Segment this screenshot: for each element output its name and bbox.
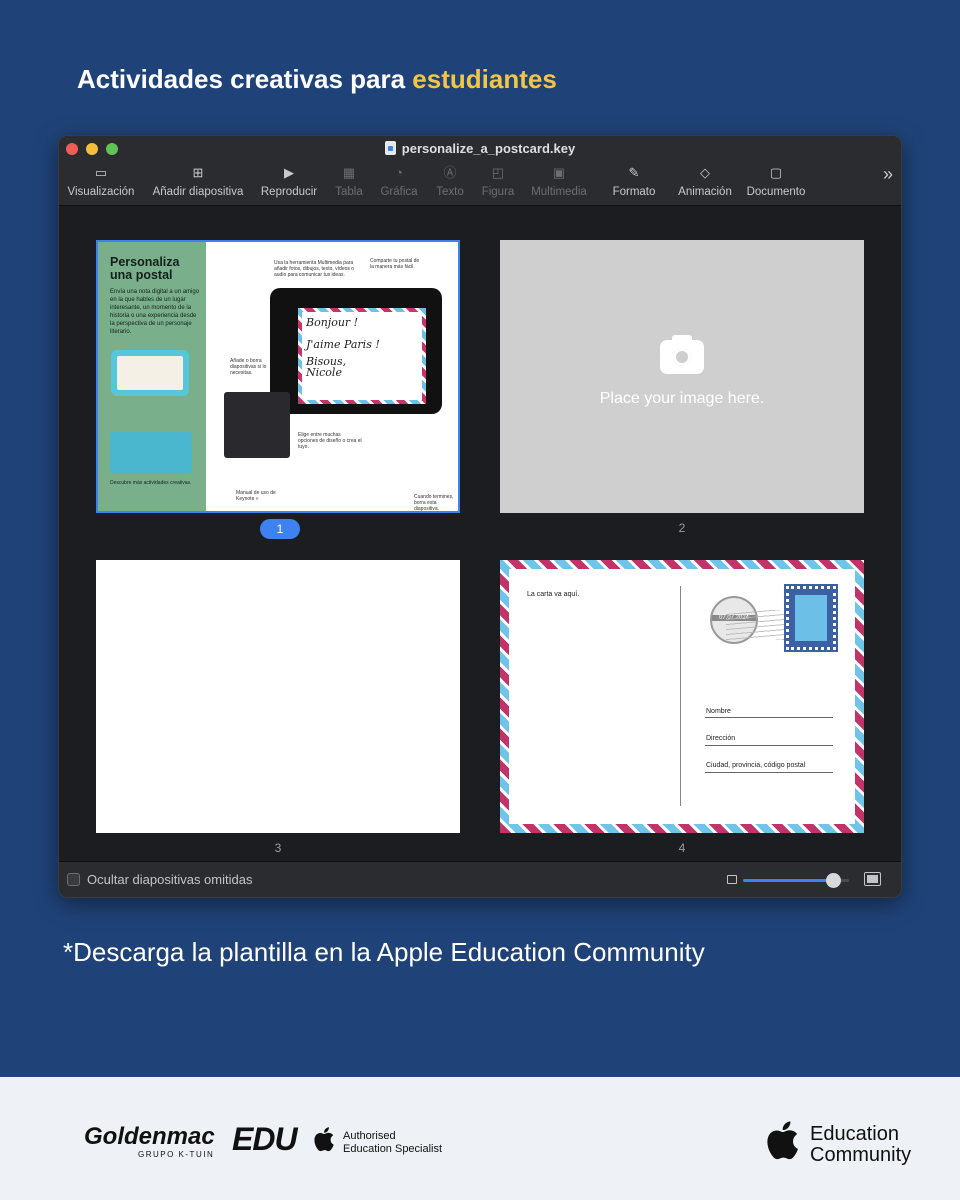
postcard-field-address: Dirección [706,735,736,742]
slide1-left-panel: Personaliza una postal Envía una nota di… [98,242,206,511]
add-slide-icon: ⊞ [192,165,204,180]
document-title-text: personalize_a_postcard.key [401,141,576,156]
slide-thumbnail-1[interactable]: Personaliza una postal Envía una nota di… [96,240,460,513]
toolbar-animation-button[interactable]: ◇ Animación [678,165,732,199]
slide-number-4[interactable]: 4 [662,841,702,855]
goldenmac-subtitle: GRUPO K-TUIN [138,1150,215,1159]
toolbar-overflow-icon[interactable]: » [883,164,893,185]
postcard-field-city: Ciudad, provincia, código postal [706,762,806,769]
stamp-icon [784,584,838,652]
slide1-bottom-text: Descubre más actividades creativas. [110,480,192,486]
chart-icon: ◔ [395,165,403,180]
slide1-note-multimedia: Usa la herramienta Multimedia para añadi… [274,260,355,278]
status-bar: Ocultar diapositivas omitidas [59,861,901,897]
apple-logo-icon [314,1127,334,1152]
image-placeholder-text: Place your image here. [599,390,765,407]
postcard-field-line [705,717,833,718]
authorised-specialist-text: Authorised Education Specialist [343,1130,443,1155]
table-icon: ▦ [342,165,356,180]
slide1-manual-link: Manual de uso de Keynote » [236,490,276,502]
postcard-divider [680,586,681,806]
footer: Goldenmac GRUPO K-TUIN EDU Authorised Edu… [0,1077,960,1200]
format-brush-icon: ✎ [628,165,640,180]
download-caption: *Descarga la plantilla en la Apple Educa… [63,937,705,967]
toolbar-document-button[interactable]: ▢ Documento [747,165,806,199]
slide-thumbnail-2[interactable]: Place your image here. [500,240,864,513]
postmark-waves [726,610,786,640]
shape-icon: ◰ [491,165,505,180]
hide-skipped-label: Ocultar diapositivas omitidas [87,872,253,887]
text-icon: Ⓐ [443,165,457,180]
postcard-field-line [705,745,833,746]
toolbar-play-button[interactable]: ▶ Reproducir [261,165,317,199]
slide-number-2[interactable]: 2 [662,521,702,535]
slide1-ipad-illustration [111,350,189,396]
goldenmac-logo: Goldenmac [84,1123,215,1150]
zoom-slider-fill [743,879,834,882]
slide1-tablet-illustration: Bonjour ! J'aime Paris ! Bisous, Nicole [270,288,442,414]
slide1-note-share: Comparte tu postal de la manera más fáci… [370,258,420,270]
slide1-menu-illustration [224,392,290,458]
toolbar-text-button[interactable]: Ⓐ Texto [436,165,464,199]
headline: Actividades creativas para estudiantes [77,64,557,95]
slide1-title: Personaliza una postal [110,255,180,282]
hide-skipped-checkbox[interactable] [67,873,80,886]
toolbar-table-button[interactable]: ▦ Tabla [335,165,363,199]
slide-thumbnail-4[interactable]: La carta va aquí. 07.07.2024 Nombre Dire… [500,560,864,833]
slide-number-1[interactable]: 1 [260,519,300,539]
headline-accent: estudiantes [412,64,557,94]
play-icon: ▶ [284,165,294,180]
toolbar-visualizacion-button[interactable]: ▭ Visualización [68,165,135,199]
document-title: personalize_a_postcard.key [59,141,901,156]
postcard-field-line [705,772,833,773]
slide1-script-line-3: Bisous, Nicole [306,355,347,379]
slide1-right-panel: Usa la herramienta Multimedia para añadi… [206,242,458,511]
toolbar-add-slide-button[interactable]: ⊞ Añadir diapositiva [153,165,244,199]
slide1-note-choose: Elige entre muchas opciones de diseño o … [298,432,362,450]
animation-icon: ◇ [699,165,710,180]
zoom-slider[interactable] [743,873,849,888]
toolbar-chart-button[interactable]: ◔ Gráfica [380,165,417,199]
slide1-script-line-1: Bonjour ! [306,316,359,329]
postcard-letter-label: La carta va aquí. [527,591,580,598]
toolbar-format-button[interactable]: ✎ Formato [613,165,656,199]
light-table: Personaliza una postal Envía una nota di… [59,207,901,863]
sidebar-icon: ▭ [94,165,108,180]
slide-thumbnail-3[interactable] [96,560,460,833]
zoom-slider-knob[interactable] [826,873,842,888]
toolbar-shape-button[interactable]: ◰ Figura [482,165,515,199]
headline-prefix: Actividades creativas para [77,64,413,94]
slide1-finish-note: Cuando termines, borra esta diapositiva. [414,494,454,512]
zoom-in-icon[interactable] [864,872,881,886]
camera-icon [660,335,704,374]
titlebar: personalize_a_postcard.key ▭ Visualizació… [59,136,901,206]
education-community-text: Education Community [810,1123,912,1166]
zoom-out-icon[interactable] [727,875,737,884]
apple-logo-icon [767,1121,798,1160]
document-icon: ▢ [769,165,783,180]
postcard-field-name: Nombre [706,708,731,715]
slide-number-3[interactable]: 3 [258,841,298,855]
toolbar-media-button[interactable]: ▣ Multimedia [531,165,587,199]
media-icon: ▣ [552,165,566,180]
keynote-window: personalize_a_postcard.key ▭ Visualizació… [58,135,902,898]
slide1-script-line-2: J'aime Paris ! [306,338,380,351]
slide1-body: Envía una nota digital a un amigo en la … [110,289,200,335]
slide1-template-grid [110,432,192,474]
keynote-file-icon [384,141,396,155]
edu-logo: EDU [232,1121,298,1157]
